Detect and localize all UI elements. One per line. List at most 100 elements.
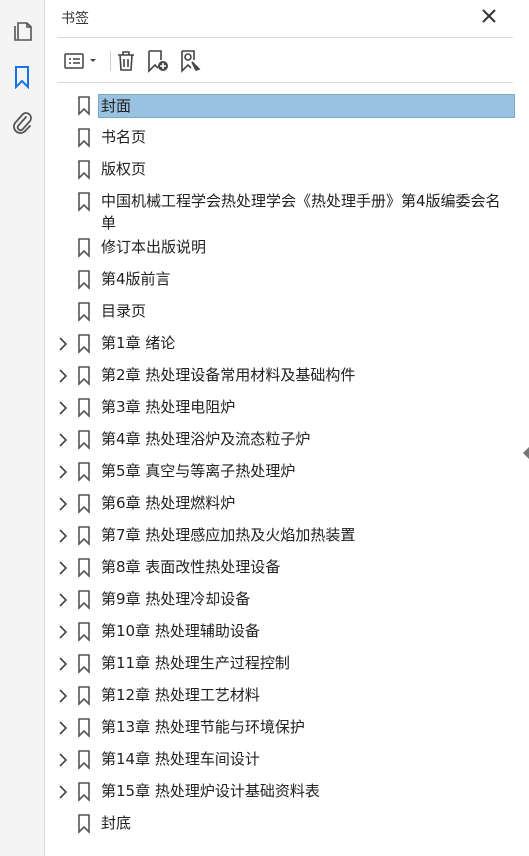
options-list-icon: [64, 53, 96, 69]
chevron-right-icon[interactable]: [55, 718, 71, 738]
chevron-right-icon[interactable]: [55, 462, 71, 482]
bookmark-item[interactable]: 版权页: [45, 154, 529, 186]
delete-bookmark-button[interactable]: [114, 48, 138, 74]
chevron-right-icon[interactable]: [55, 686, 71, 706]
bookmark-label: 封面: [98, 94, 515, 118]
left-tool-rail: [0, 0, 45, 856]
new-bookmark-icon: [148, 50, 168, 73]
bookmark-icon: [77, 192, 91, 212]
bookmark-item[interactable]: 第4章 热处理浴炉及流态粒子炉: [45, 424, 529, 456]
bookmark-tree: 封面书名页版权页中国机械工程学会热处理学会《热处理手册》第4版编委会名单修订本出…: [45, 90, 529, 840]
chevron-right-icon[interactable]: [55, 782, 71, 802]
toolbar-separator: [110, 51, 111, 71]
bookmark-item[interactable]: 第12章 热处理工艺材料: [45, 680, 529, 712]
bookmark-item[interactable]: 第14章 热处理车间设计: [45, 744, 529, 776]
bookmarks-toolbar: [57, 46, 513, 76]
chevron-right-icon[interactable]: [55, 654, 71, 674]
bookmark-label: 修订本出版说明: [101, 238, 207, 256]
bookmark-from-selection-button[interactable]: [178, 48, 204, 74]
chevron-right-icon[interactable]: [55, 494, 71, 514]
bookmark-icon: [77, 526, 91, 546]
bookmark-label: 第5章 真空与等离子热处理炉: [101, 462, 296, 480]
chevron-right-icon[interactable]: [55, 622, 71, 642]
bookmark-icon: [77, 462, 91, 482]
chevron-right-icon[interactable]: [55, 526, 71, 546]
bookmark-icon: [77, 558, 91, 578]
bookmark-icon: [77, 814, 91, 834]
bookmark-label: 第2章 热处理设备常用材料及基础构件: [101, 366, 356, 384]
bookmark-icon: [77, 270, 91, 290]
bookmark-item[interactable]: 第15章 热处理炉设计基础资料表: [45, 776, 529, 808]
close-panel-button[interactable]: [479, 6, 499, 26]
bookmark-item[interactable]: 第6章 热处理燃料炉: [45, 488, 529, 520]
bookmark-icon: [77, 334, 91, 354]
header-divider: [57, 37, 513, 38]
bookmark-item[interactable]: 中国机械工程学会热处理学会《热处理手册》第4版编委会名单: [45, 186, 529, 232]
options-menu-button[interactable]: [61, 48, 101, 74]
bookmark-label: 第10章 热处理辅助设备: [101, 622, 260, 640]
attachment-icon[interactable]: [9, 110, 35, 136]
bookmark-label: 第7章 热处理感应加热及火焰加热装置: [101, 526, 356, 544]
panel-resize-handle[interactable]: [523, 447, 529, 459]
bookmark-item[interactable]: 第2章 热处理设备常用材料及基础构件: [45, 360, 529, 392]
bookmark-item[interactable]: 第9章 热处理冷却设备: [45, 584, 529, 616]
pages-icon[interactable]: [9, 18, 35, 44]
chevron-right-icon[interactable]: [55, 398, 71, 418]
chevron-right-icon[interactable]: [55, 558, 71, 578]
bookmark-label: 第9章 热处理冷却设备: [101, 590, 251, 608]
bookmark-icon: [77, 96, 91, 116]
chevron-right-icon[interactable]: [55, 430, 71, 450]
bookmark-search-icon: [181, 50, 201, 73]
bookmark-label: 第11章 热处理生产过程控制: [101, 654, 290, 672]
new-bookmark-button[interactable]: [145, 48, 171, 74]
bookmark-label: 版权页: [101, 160, 147, 178]
bookmark-icon: [77, 238, 91, 258]
bookmark-label: 第8章 表面改性热处理设备: [101, 558, 281, 576]
bookmark-label: 第12章 热处理工艺材料: [101, 686, 260, 704]
bookmark-icon: [77, 430, 91, 450]
bookmark-icon: [77, 622, 91, 642]
close-icon: [482, 9, 496, 23]
bookmark-item[interactable]: 封底: [45, 808, 529, 840]
bookmark-icon: [77, 750, 91, 770]
chevron-right-icon[interactable]: [55, 366, 71, 386]
bookmark-label: 第14章 热处理车间设计: [101, 750, 260, 768]
bookmark-item[interactable]: 第1章 绪论: [45, 328, 529, 360]
bookmark-label: 第4章 热处理浴炉及流态粒子炉: [101, 430, 311, 448]
bookmark-label: 第4版前言: [101, 270, 171, 288]
bookmark-item[interactable]: 第11章 热处理生产过程控制: [45, 648, 529, 680]
bookmark-icon: [77, 366, 91, 386]
chevron-right-icon[interactable]: [55, 750, 71, 770]
bookmark-item[interactable]: 第3章 热处理电阻炉: [45, 392, 529, 424]
bookmark-item[interactable]: 书名页: [45, 122, 529, 154]
bookmark-icon: [77, 686, 91, 706]
bookmark-icon: [77, 302, 91, 322]
bookmark-icon: [77, 160, 91, 180]
bookmark-label: 中国机械工程学会热处理学会《热处理手册》第4版编委会名单: [101, 192, 501, 232]
bookmark-icon: [77, 654, 91, 674]
bookmark-item[interactable]: 第5章 真空与等离子热处理炉: [45, 456, 529, 488]
bookmark-item[interactable]: 第10章 热处理辅助设备: [45, 616, 529, 648]
bookmark-item[interactable]: 第8章 表面改性热处理设备: [45, 552, 529, 584]
bookmark-label: 第1章 绪论: [101, 334, 176, 352]
bookmark-icon: [77, 398, 91, 418]
bookmark-label: 第6章 热处理燃料炉: [101, 494, 236, 512]
bookmark-icon: [77, 128, 91, 148]
trash-icon: [118, 51, 134, 71]
bookmark-icon: [77, 782, 91, 802]
bookmark-item[interactable]: 第13章 热处理节能与环境保护: [45, 712, 529, 744]
bookmark-item[interactable]: 封面: [45, 90, 529, 122]
bookmark-icon[interactable]: [9, 64, 35, 90]
toolbar-divider: [57, 82, 513, 83]
bookmark-item[interactable]: 第7章 热处理感应加热及火焰加热装置: [45, 520, 529, 552]
bookmark-item[interactable]: 第4版前言: [45, 264, 529, 296]
bookmark-item[interactable]: 修订本出版说明: [45, 232, 529, 264]
chevron-right-icon[interactable]: [55, 334, 71, 354]
bookmark-icon: [77, 494, 91, 514]
panel-title: 书签: [61, 11, 89, 27]
bookmark-item[interactable]: 目录页: [45, 296, 529, 328]
bookmark-label: 目录页: [101, 302, 147, 320]
bookmark-label: 第13章 热处理节能与环境保护: [101, 718, 305, 736]
bookmark-label: 第3章 热处理电阻炉: [101, 398, 236, 416]
chevron-right-icon[interactable]: [55, 590, 71, 610]
